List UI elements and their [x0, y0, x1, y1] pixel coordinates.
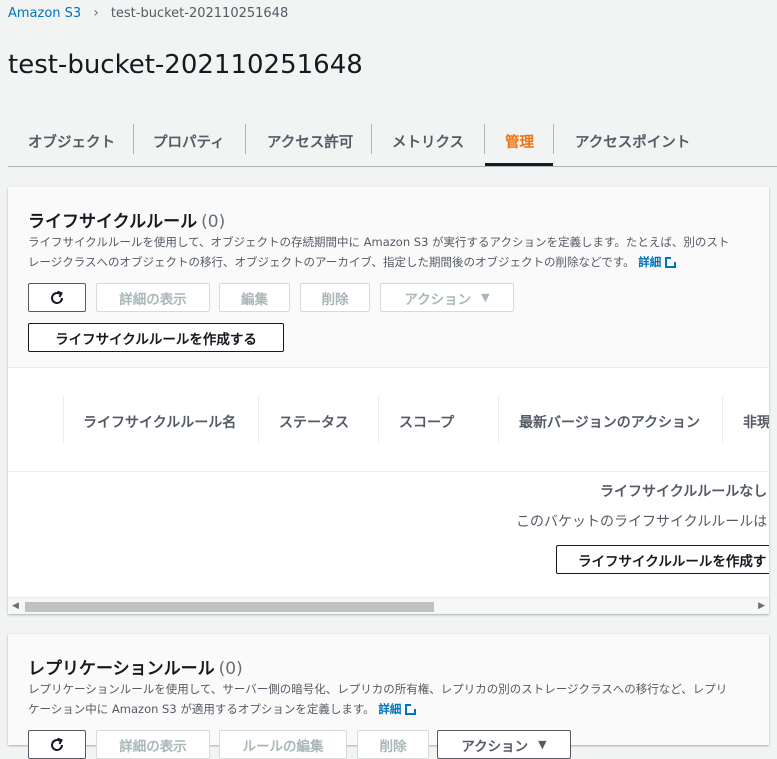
- horizontal-scrollbar[interactable]: ◀ ▶: [8, 597, 769, 614]
- breadcrumb: Amazon S3 › test-bucket-202110251648: [8, 5, 288, 21]
- active-tab-indicator: [485, 163, 553, 166]
- breadcrumb-amazon-s3-link[interactable]: Amazon S3: [8, 6, 81, 21]
- tab-divider: [245, 124, 246, 154]
- lifecycle-description-text: ライフサイクルルールを使用して、オブジェクトの存続期間中に Amazon S3 …: [28, 235, 730, 269]
- scroll-right-icon[interactable]: ▶: [758, 601, 765, 611]
- caret-down-icon: ▼: [481, 291, 490, 304]
- tab-permissions[interactable]: アクセス許可: [267, 118, 353, 164]
- tab-access-points[interactable]: アクセスポイント: [575, 118, 690, 164]
- edit-button[interactable]: 編集: [219, 283, 290, 312]
- lifecycle-panel-heading: ライフサイクルルール (0): [28, 207, 225, 232]
- replication-panel-heading: レプリケーションルール (0): [28, 654, 243, 679]
- delete-button[interactable]: 削除: [300, 283, 370, 312]
- column-header-status[interactable]: ステータス: [279, 412, 349, 432]
- table-header: ライフサイクルルール名 ステータス スコープ 最新バージョンのアクション 非現: [8, 368, 769, 472]
- column-divider: [498, 396, 499, 443]
- column-divider: [378, 396, 379, 443]
- lifecycle-rules-panel: ライフサイクルルール (0) ライフサイクルルールを使用して、オブジェクトの存続期…: [8, 187, 769, 614]
- refresh-button[interactable]: [28, 283, 86, 312]
- column-header-noncurrent-version[interactable]: 非現: [743, 412, 769, 432]
- tab-management[interactable]: 管理: [505, 118, 534, 164]
- refresh-icon: [51, 290, 64, 304]
- external-link-icon: [405, 703, 418, 715]
- page-title: test-bucket-202110251648: [8, 50, 363, 80]
- column-header-current-version-actions[interactable]: 最新バージョンのアクション: [519, 412, 700, 432]
- replication-description: レプリケーションルールを使用して、サーバー側の暗号化、レプリカの所有権、レプリカ…: [28, 679, 738, 719]
- replication-panel-title: レプリケーションルール: [28, 659, 215, 679]
- scroll-left-icon[interactable]: ◀: [12, 601, 19, 611]
- replication-rule-count: (0): [218, 659, 243, 679]
- tab-divider: [371, 124, 372, 154]
- actions-label: アクション: [404, 291, 472, 308]
- breadcrumb-current: test-bucket-202110251648: [110, 5, 289, 21]
- lifecycle-info-link[interactable]: 詳細: [638, 255, 661, 269]
- column-divider: [258, 396, 259, 443]
- empty-state-title: ライフサイクルルールなし: [600, 484, 768, 500]
- empty-state-text: このバケットのライフサイクルルールは: [516, 514, 768, 530]
- external-link-icon: [665, 256, 678, 268]
- create-lifecycle-rule-button[interactable]: ライフサイクルルールを作成する: [28, 323, 284, 352]
- tab-divider: [553, 124, 554, 154]
- replication-info-link[interactable]: 詳細: [378, 702, 401, 716]
- lifecycle-rule-count: (0): [201, 212, 226, 232]
- column-header-rule-name[interactable]: ライフサイクルルール名: [83, 412, 236, 432]
- tab-bar: オブジェクト プロパティ アクセス許可 メトリクス 管理 アクセスポイント: [8, 118, 777, 167]
- tab-properties[interactable]: プロパティ: [153, 118, 225, 164]
- replication-rules-panel: レプリケーションルール (0) レプリケーションルールを使用して、サーバー側の暗号…: [8, 634, 769, 759]
- lifecycle-description: ライフサイクルルールを使用して、オブジェクトの存続期間中に Amazon S3 …: [28, 232, 738, 272]
- tab-objects[interactable]: オブジェクト: [28, 118, 115, 164]
- tab-divider: [484, 124, 485, 154]
- actions-dropdown[interactable]: アクション ▼: [380, 283, 514, 312]
- tab-divider: [133, 124, 134, 154]
- column-header-scope[interactable]: スコープ: [399, 412, 454, 432]
- tab-metrics[interactable]: メトリクス: [392, 118, 464, 164]
- lifecycle-rules-table: ライフサイクルルール名 ステータス スコープ 最新バージョンのアクション 非現 …: [8, 367, 769, 614]
- empty-state-create-button[interactable]: ライフサイクルルールを作成す: [556, 545, 769, 574]
- column-divider: [63, 396, 64, 443]
- breadcrumb-separator-icon: ›: [93, 5, 99, 21]
- column-divider: [722, 396, 723, 443]
- view-details-button[interactable]: 詳細の表示: [96, 283, 210, 312]
- scrollbar-thumb[interactable]: [25, 602, 434, 612]
- lifecycle-panel-title: ライフサイクルルール: [28, 212, 198, 232]
